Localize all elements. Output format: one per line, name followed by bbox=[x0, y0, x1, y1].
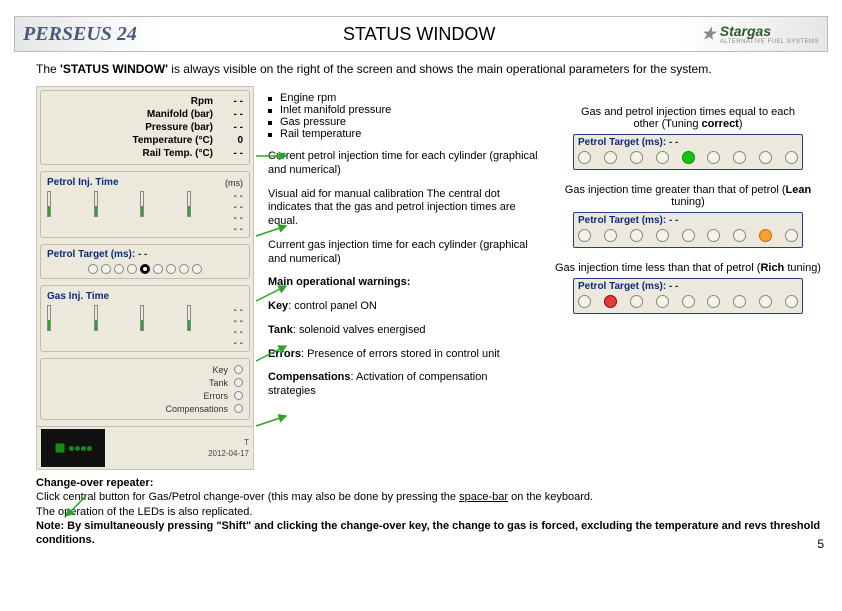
param-label: Pressure (bar) bbox=[47, 122, 213, 133]
warn-comp-line: Compensations: Activation of compensatio… bbox=[268, 371, 538, 399]
footer-text: Change-over repeater: Click central butt… bbox=[36, 476, 824, 547]
gas-val: - - bbox=[234, 327, 243, 338]
led-icon bbox=[234, 365, 243, 374]
led-icon bbox=[234, 378, 243, 387]
brand: PERSEUS 24 bbox=[23, 23, 137, 46]
dot-green-icon bbox=[682, 151, 695, 164]
foot-title: Change-over repeater: bbox=[36, 477, 153, 489]
param-value: - - bbox=[213, 148, 243, 159]
caption-equal: Gas and petrol injection times equal to … bbox=[552, 106, 824, 130]
gas-val: - - bbox=[234, 316, 243, 327]
bullet-list: Engine rpm Inlet manifold pressure Gas p… bbox=[268, 92, 538, 140]
param-value: - - bbox=[213, 96, 243, 107]
bullet-text: Engine rpm bbox=[280, 92, 336, 104]
warn-tank-line: Tank: solenoid valves energised bbox=[268, 324, 538, 338]
petrol-val: - - bbox=[234, 224, 243, 235]
param-label: Rpm bbox=[47, 96, 213, 107]
petrol-val: - - bbox=[234, 191, 243, 202]
gas-inj-group: Gas Inj. Time - - - - - - - - bbox=[40, 285, 250, 352]
repeater-display bbox=[41, 429, 105, 467]
gas-inj-title: Gas Inj. Time bbox=[47, 291, 109, 302]
petrol-inj-title: Petrol Inj. Time bbox=[47, 177, 119, 188]
petrol-val: - - bbox=[234, 202, 243, 213]
header-bar: PERSEUS 24 STATUS WINDOW ★ Stargas ALTER… bbox=[14, 16, 828, 52]
mid-p3: Current gas injection time for each cyli… bbox=[268, 239, 538, 267]
intro-text: The 'STATUS WINDOW' is always visible on… bbox=[36, 62, 824, 76]
gas-val: - - bbox=[234, 305, 243, 316]
param-label: Rail Temp. (°C) bbox=[47, 148, 213, 159]
param-label: Temperature (°C) bbox=[47, 135, 213, 146]
param-label: Manifold (bar) bbox=[47, 109, 213, 120]
led-icon bbox=[234, 391, 243, 400]
dot-orange-icon bbox=[759, 229, 772, 242]
target-bar-lean: Petrol Target (ms): - - bbox=[573, 212, 803, 248]
param-value: - - bbox=[213, 122, 243, 133]
petrol-inj-ms: (ms) bbox=[225, 178, 243, 188]
clock-label: T bbox=[244, 438, 249, 447]
page-number: 5 bbox=[817, 537, 824, 551]
status-panel: Rpm- - Manifold (bar)- - Pressure (bar)-… bbox=[36, 86, 254, 470]
petrol-bars: - - - - - - - - bbox=[47, 191, 243, 233]
warn-group: Key Tank Errors Compensations bbox=[40, 358, 250, 420]
petrol-target-title: Petrol Target (ms): - - bbox=[47, 249, 243, 260]
target-bar-correct: Petrol Target (ms): - - bbox=[573, 134, 803, 170]
panel-params-group: Rpm- - Manifold (bar)- - Pressure (bar)-… bbox=[40, 90, 250, 165]
bullet-text: Inlet manifold pressure bbox=[280, 104, 391, 116]
page-title: STATUS WINDOW bbox=[137, 24, 701, 45]
led-icon bbox=[234, 404, 243, 413]
changeover-repeater: T 2012-04-17 bbox=[37, 426, 253, 469]
caption-lean: Gas injection time greater than that of … bbox=[552, 184, 824, 208]
warn-label: Errors bbox=[204, 391, 229, 401]
warn-label: Key bbox=[212, 365, 228, 375]
star-icon: ★ bbox=[701, 24, 715, 44]
param-value: 0 bbox=[213, 135, 243, 146]
right-column: Gas and petrol injection times equal to … bbox=[552, 86, 824, 470]
petrol-target-group: Petrol Target (ms): - - bbox=[40, 244, 250, 279]
petrol-val: - - bbox=[234, 213, 243, 224]
warn-label: Compensations bbox=[165, 404, 228, 414]
warn-label: Tank bbox=[209, 378, 228, 388]
changeover-button[interactable] bbox=[55, 443, 65, 453]
warn-errors-line: Errors: Presence of errors stored in con… bbox=[268, 348, 538, 362]
mid-p1: Current petrol injection time for each c… bbox=[268, 150, 538, 178]
logo: ★ Stargas ALTERNATIVE FUEL SYSTEMS bbox=[701, 23, 819, 45]
caption-rich: Gas injection time less than that of pet… bbox=[552, 262, 824, 274]
mid-p2: Visual aid for manual calibration The ce… bbox=[268, 188, 538, 229]
dot-red-icon bbox=[604, 295, 617, 308]
warn-key-line: Key: control panel ON bbox=[268, 300, 538, 314]
logo-subtitle: ALTERNATIVE FUEL SYSTEMS bbox=[720, 39, 819, 45]
main-warn-title: Main operational warnings: bbox=[268, 276, 538, 290]
clock-date: 2012-04-17 bbox=[208, 449, 249, 458]
logo-text: Stargas bbox=[720, 23, 771, 39]
gas-val: - - bbox=[234, 338, 243, 349]
target-bar-rich: Petrol Target (ms): - - bbox=[573, 278, 803, 314]
gas-bars: - - - - - - - - bbox=[47, 305, 243, 347]
petrol-inj-group: Petrol Inj. Time (ms) - - - - - - - - bbox=[40, 171, 250, 238]
target-title: Petrol Target (ms): - - bbox=[578, 215, 798, 226]
bullet-text: Rail temperature bbox=[280, 128, 361, 140]
param-value: - - bbox=[213, 109, 243, 120]
target-dots bbox=[47, 264, 243, 274]
target-title: Petrol Target (ms): - - bbox=[578, 137, 798, 148]
target-title: Petrol Target (ms): - - bbox=[578, 281, 798, 292]
mid-column: Engine rpm Inlet manifold pressure Gas p… bbox=[268, 86, 538, 470]
bullet-text: Gas pressure bbox=[280, 116, 346, 128]
